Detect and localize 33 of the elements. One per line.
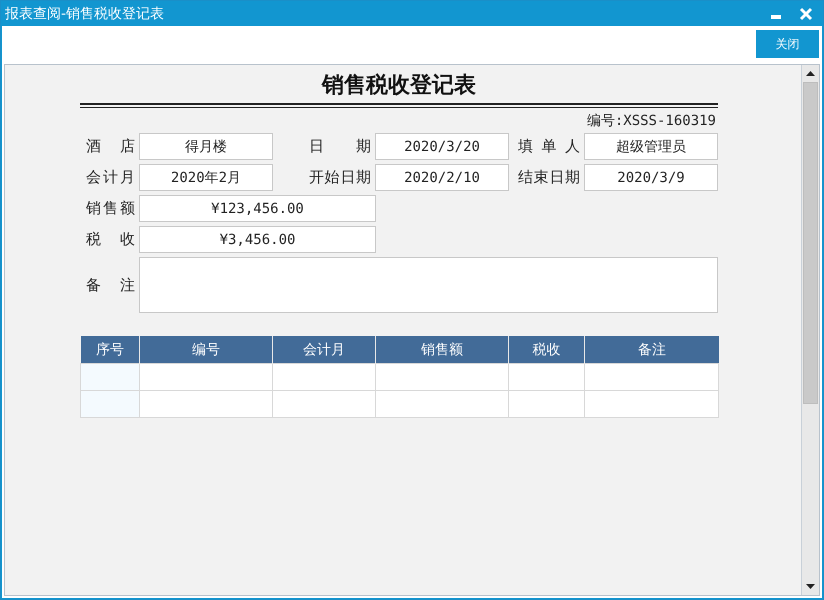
column-header: 税收 (508, 336, 584, 364)
table-cell (80, 364, 140, 390)
scrollbar[interactable] (801, 65, 819, 595)
window-title: 报表查阅-销售税收登记表 (5, 4, 166, 22)
form-field[interactable]: ¥123,456.00 (139, 195, 376, 222)
field-label: 日 期 (308, 136, 372, 157)
column-header: 编号 (140, 336, 272, 364)
column-header: 序号 (80, 336, 140, 364)
column-header: 备注 (584, 336, 718, 364)
field-label: 酒 店 (85, 136, 136, 157)
field-label: 税 收 (85, 229, 136, 250)
form-field[interactable]: 得月楼 (139, 133, 273, 160)
remarks-field[interactable] (139, 257, 718, 313)
form-field[interactable]: 2020年2月 (139, 164, 273, 191)
field-label: 销售额 (85, 198, 136, 219)
scroll-down-icon[interactable] (806, 584, 815, 589)
scroll-up-icon[interactable] (806, 71, 815, 76)
column-header: 会计月 (272, 336, 376, 364)
form-field[interactable]: 2020/3/20 (375, 133, 509, 160)
report-number: 编号:XSSS-160319 (586, 112, 717, 130)
form-field[interactable]: 2020/3/9 (584, 164, 718, 191)
field-label: 备 注 (85, 274, 136, 296)
form-field[interactable]: 超级管理员 (584, 133, 718, 160)
field-label: 开始日期 (308, 167, 372, 188)
form-field[interactable]: ¥3,456.00 (139, 226, 376, 253)
scroll-thumb[interactable] (803, 82, 818, 404)
field-label: 会计月 (85, 167, 136, 188)
form-field[interactable]: 2020/2/10 (375, 164, 509, 191)
column-header: 销售额 (376, 336, 508, 364)
table-cell (80, 390, 140, 418)
field-label: 填 单 人 (517, 136, 581, 157)
report-title: 销售税收登记表 (320, 71, 477, 99)
field-label: 结束日期 (517, 167, 581, 188)
